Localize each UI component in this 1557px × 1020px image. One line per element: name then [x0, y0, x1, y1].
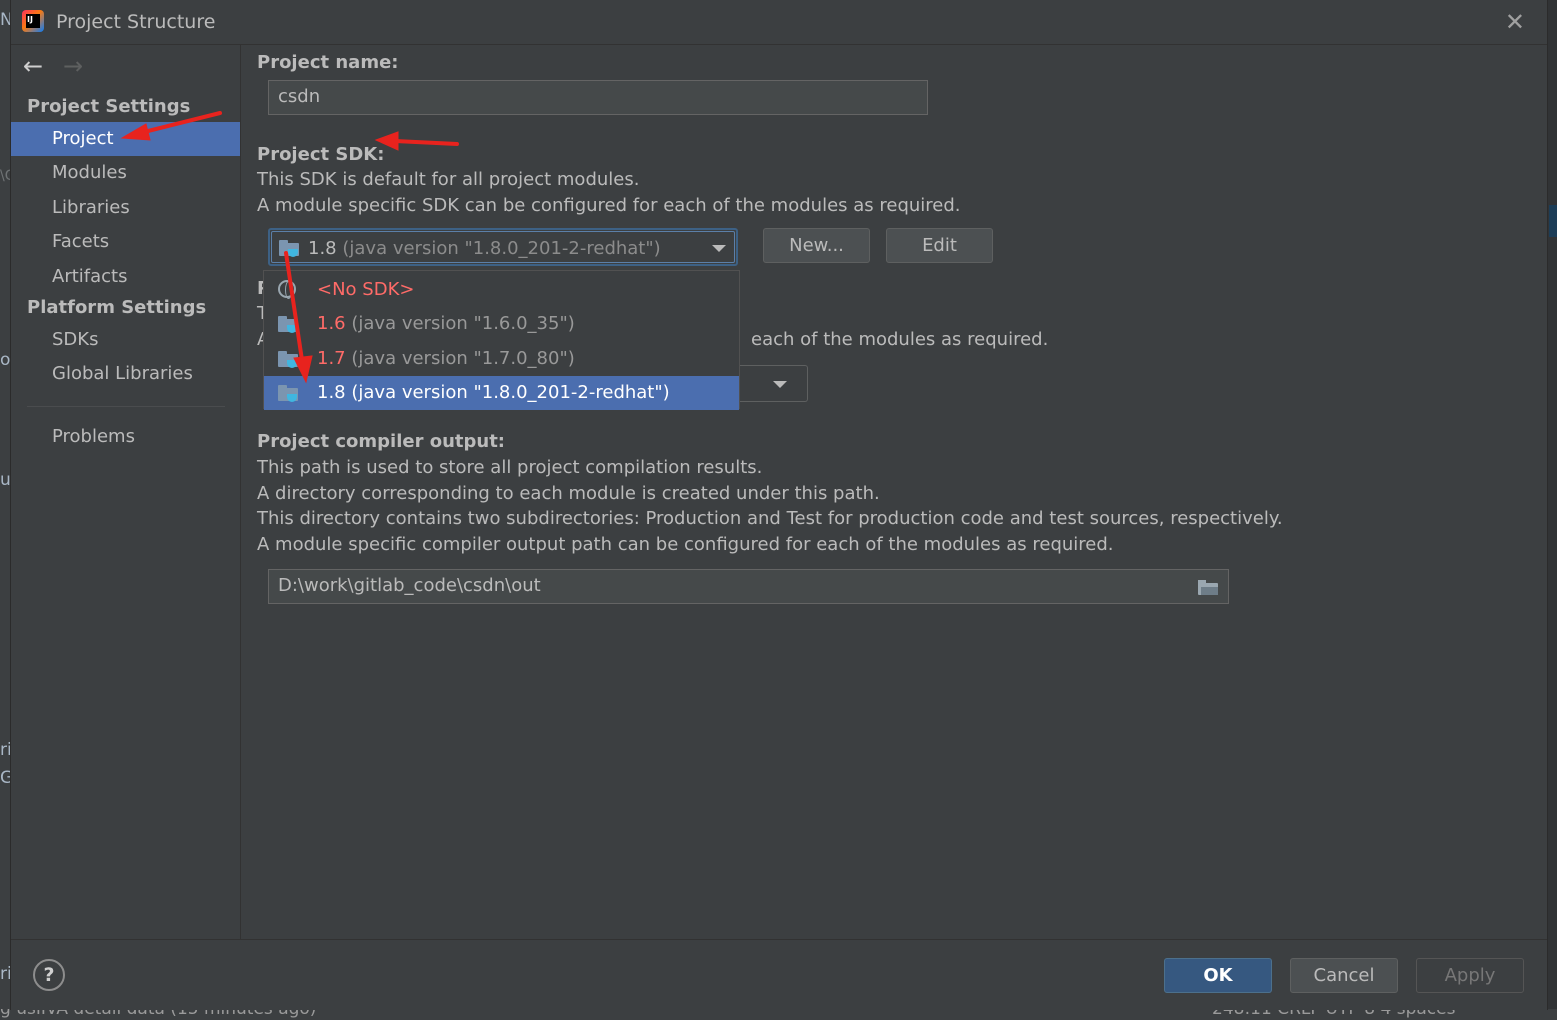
sdk-option-version: 1.8	[317, 382, 346, 403]
language-level-combobox[interactable]	[738, 365, 808, 402]
project-settings-heading: Project Settings	[27, 96, 191, 117]
sdk-option-detail: (java version "1.7.0_80")	[351, 348, 575, 369]
sidebar-item-artifacts[interactable]: Artifacts	[11, 260, 240, 294]
sidebar-item-modules[interactable]: Modules	[11, 156, 240, 190]
title-bar: IJ Project Structure ✕	[11, 0, 1547, 45]
project-settings-panel: Project name: csdn Project SDK: This SDK…	[241, 45, 1547, 939]
chevron-down-icon[interactable]	[712, 245, 726, 252]
sidebar: ← → Project Settings Project Modules Lib…	[11, 45, 241, 939]
sidebar-item-facets[interactable]: Facets	[11, 225, 240, 259]
compiler-description-2: A directory corresponding to each module…	[257, 483, 880, 504]
sdk-folder-icon	[278, 385, 298, 402]
sdk-option-no-sdk[interactable]: <No SDK>	[264, 273, 739, 307]
project-sdk-label: Project SDK:	[257, 144, 385, 165]
background-ide-right-strip	[1547, 0, 1557, 1020]
project-name-label: Project name:	[257, 52, 399, 73]
edit-sdk-button[interactable]: Edit	[886, 228, 993, 263]
sdk-description-2: A module specific SDK can be configured …	[257, 195, 961, 216]
bg-glyph: ri	[0, 964, 11, 984]
sidebar-divider	[27, 406, 225, 407]
new-sdk-button[interactable]: New...	[763, 228, 870, 263]
sidebar-item-global-libraries[interactable]: Global Libraries	[11, 357, 240, 391]
chevron-down-icon[interactable]	[773, 381, 787, 388]
sdk-option-1-7[interactable]: 1.7 (java version "1.7.0_80")	[264, 342, 739, 376]
sdk-option-1-6[interactable]: 1.6 (java version "1.6.0_35")	[264, 307, 739, 341]
sdk-description-1: This SDK is default for all project modu…	[257, 169, 640, 190]
sdk-selected-detail: (java version "1.8.0_201-2-redhat")	[342, 238, 661, 259]
cancel-button[interactable]: Cancel	[1290, 958, 1398, 993]
forward-arrow-icon[interactable]: →	[63, 52, 83, 80]
bg-glyph: ur	[0, 470, 11, 490]
globe-icon	[278, 280, 296, 299]
sidebar-item-problems[interactable]: Problems	[11, 420, 240, 454]
bg-glyph: G	[0, 768, 11, 788]
sdk-option-version: 1.7	[317, 348, 346, 369]
bg-status-right: 248:11 CRLF UTF-8 4 spaces	[1212, 1009, 1456, 1019]
sdk-option-detail: (java version "1.6.0_35")	[351, 313, 575, 334]
bg-glyph: N	[0, 10, 11, 30]
intellij-idea-icon: IJ	[22, 10, 44, 32]
bg-glyph: ri	[0, 740, 11, 760]
close-icon[interactable]: ✕	[1505, 8, 1525, 36]
back-arrow-icon[interactable]: ←	[23, 52, 43, 80]
sdk-option-version: <No SDK>	[317, 279, 415, 300]
dialog-footer: ? OK Cancel Apply	[11, 939, 1547, 1010]
bg-glyph: or	[0, 350, 11, 370]
sdk-selected-version: 1.8	[308, 238, 337, 259]
project-sdk-combobox[interactable]: 1.8 (java version "1.8.0_201-2-redhat")	[268, 228, 738, 266]
sdk-dropdown-list: <No SDK> 1.6 (java version "1.6.0_35") 1…	[263, 270, 740, 410]
ok-button[interactable]: OK	[1164, 958, 1272, 993]
compiler-description-3: This directory contains two subdirectori…	[257, 508, 1283, 529]
bg-status-left: g usIIVA detail data (15 minutes ago)	[0, 1009, 317, 1019]
sdk-folder-icon	[279, 240, 299, 257]
background-status-bar: g usIIVA detail data (15 minutes ago) 24…	[0, 1009, 1557, 1020]
project-structure-dialog: IJ Project Structure ✕ ← → Project Setti…	[11, 0, 1547, 1010]
compiler-output-path-input[interactable]: D:\work\gitlab_code\csdn\out	[268, 569, 1229, 604]
sdk-folder-icon	[278, 351, 298, 368]
sidebar-item-sdks[interactable]: SDKs	[11, 323, 240, 357]
sidebar-item-libraries[interactable]: Libraries	[11, 191, 240, 225]
compiler-output-label: Project compiler output:	[257, 431, 506, 452]
bg-glyph: \G	[0, 168, 11, 184]
help-button[interactable]: ?	[33, 959, 65, 991]
sidebar-item-project[interactable]: Project	[11, 122, 240, 156]
window-title: Project Structure	[56, 11, 216, 33]
platform-settings-heading: Platform Settings	[27, 297, 207, 318]
sdk-folder-icon	[278, 316, 298, 333]
sdk-option-version: 1.6	[317, 313, 346, 334]
browse-folder-icon[interactable]	[1198, 580, 1218, 595]
compiler-description-4: A module specific compiler output path c…	[257, 534, 1114, 555]
language-level-desc-tail: each of the modules as required.	[751, 329, 1049, 350]
sdk-option-detail: (java version "1.8.0_201-2-redhat")	[351, 382, 670, 403]
background-ide-left-strip: N \G or ri G ur ri	[0, 0, 11, 1020]
project-name-input[interactable]: csdn	[268, 80, 928, 115]
sdk-option-1-8[interactable]: 1.8 (java version "1.8.0_201-2-redhat")	[264, 376, 739, 410]
compiler-description-1: This path is used to store all project c…	[257, 457, 763, 478]
apply-button[interactable]: Apply	[1416, 958, 1524, 993]
